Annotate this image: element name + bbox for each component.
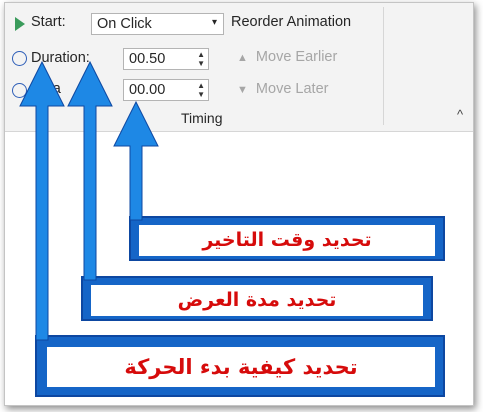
annotation-arrows [19,60,159,341]
arrow-to-delay [113,100,159,221]
arrow-to-duration [67,60,113,281]
arrow-to-start [19,60,65,341]
